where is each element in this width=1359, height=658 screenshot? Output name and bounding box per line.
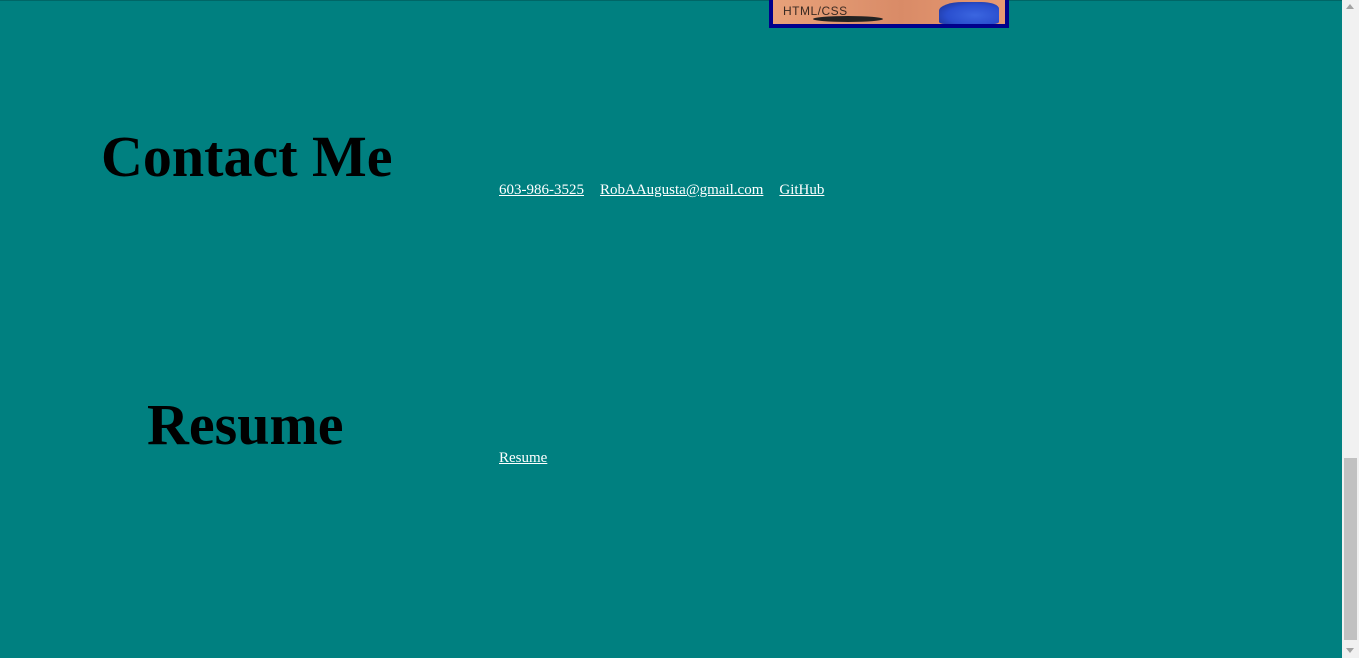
scroll-up-arrow-icon[interactable] xyxy=(1346,4,1354,9)
scroll-down-arrow-icon[interactable] xyxy=(1346,648,1354,653)
thumbnail-shadow xyxy=(813,16,883,22)
contact-heading: Contact Me xyxy=(101,124,393,189)
shoe-image xyxy=(939,2,999,24)
resume-link[interactable]: Resume xyxy=(499,451,547,466)
scroll-thumb[interactable] xyxy=(1344,458,1357,640)
project-thumbnail[interactable]: HTML/CSS xyxy=(769,0,1009,28)
resume-links: Resume xyxy=(499,451,547,466)
email-link[interactable]: RobAAugusta@gmail.com xyxy=(600,183,763,198)
top-divider xyxy=(0,0,1342,1)
phone-link[interactable]: 603-986-3525 xyxy=(499,183,584,198)
contact-links: 603-986-3525 RobAAugusta@gmail.com GitHu… xyxy=(499,183,824,198)
github-link[interactable]: GitHub xyxy=(779,183,824,198)
vertical-scrollbar[interactable] xyxy=(1342,0,1359,658)
resume-heading: Resume xyxy=(147,392,344,457)
